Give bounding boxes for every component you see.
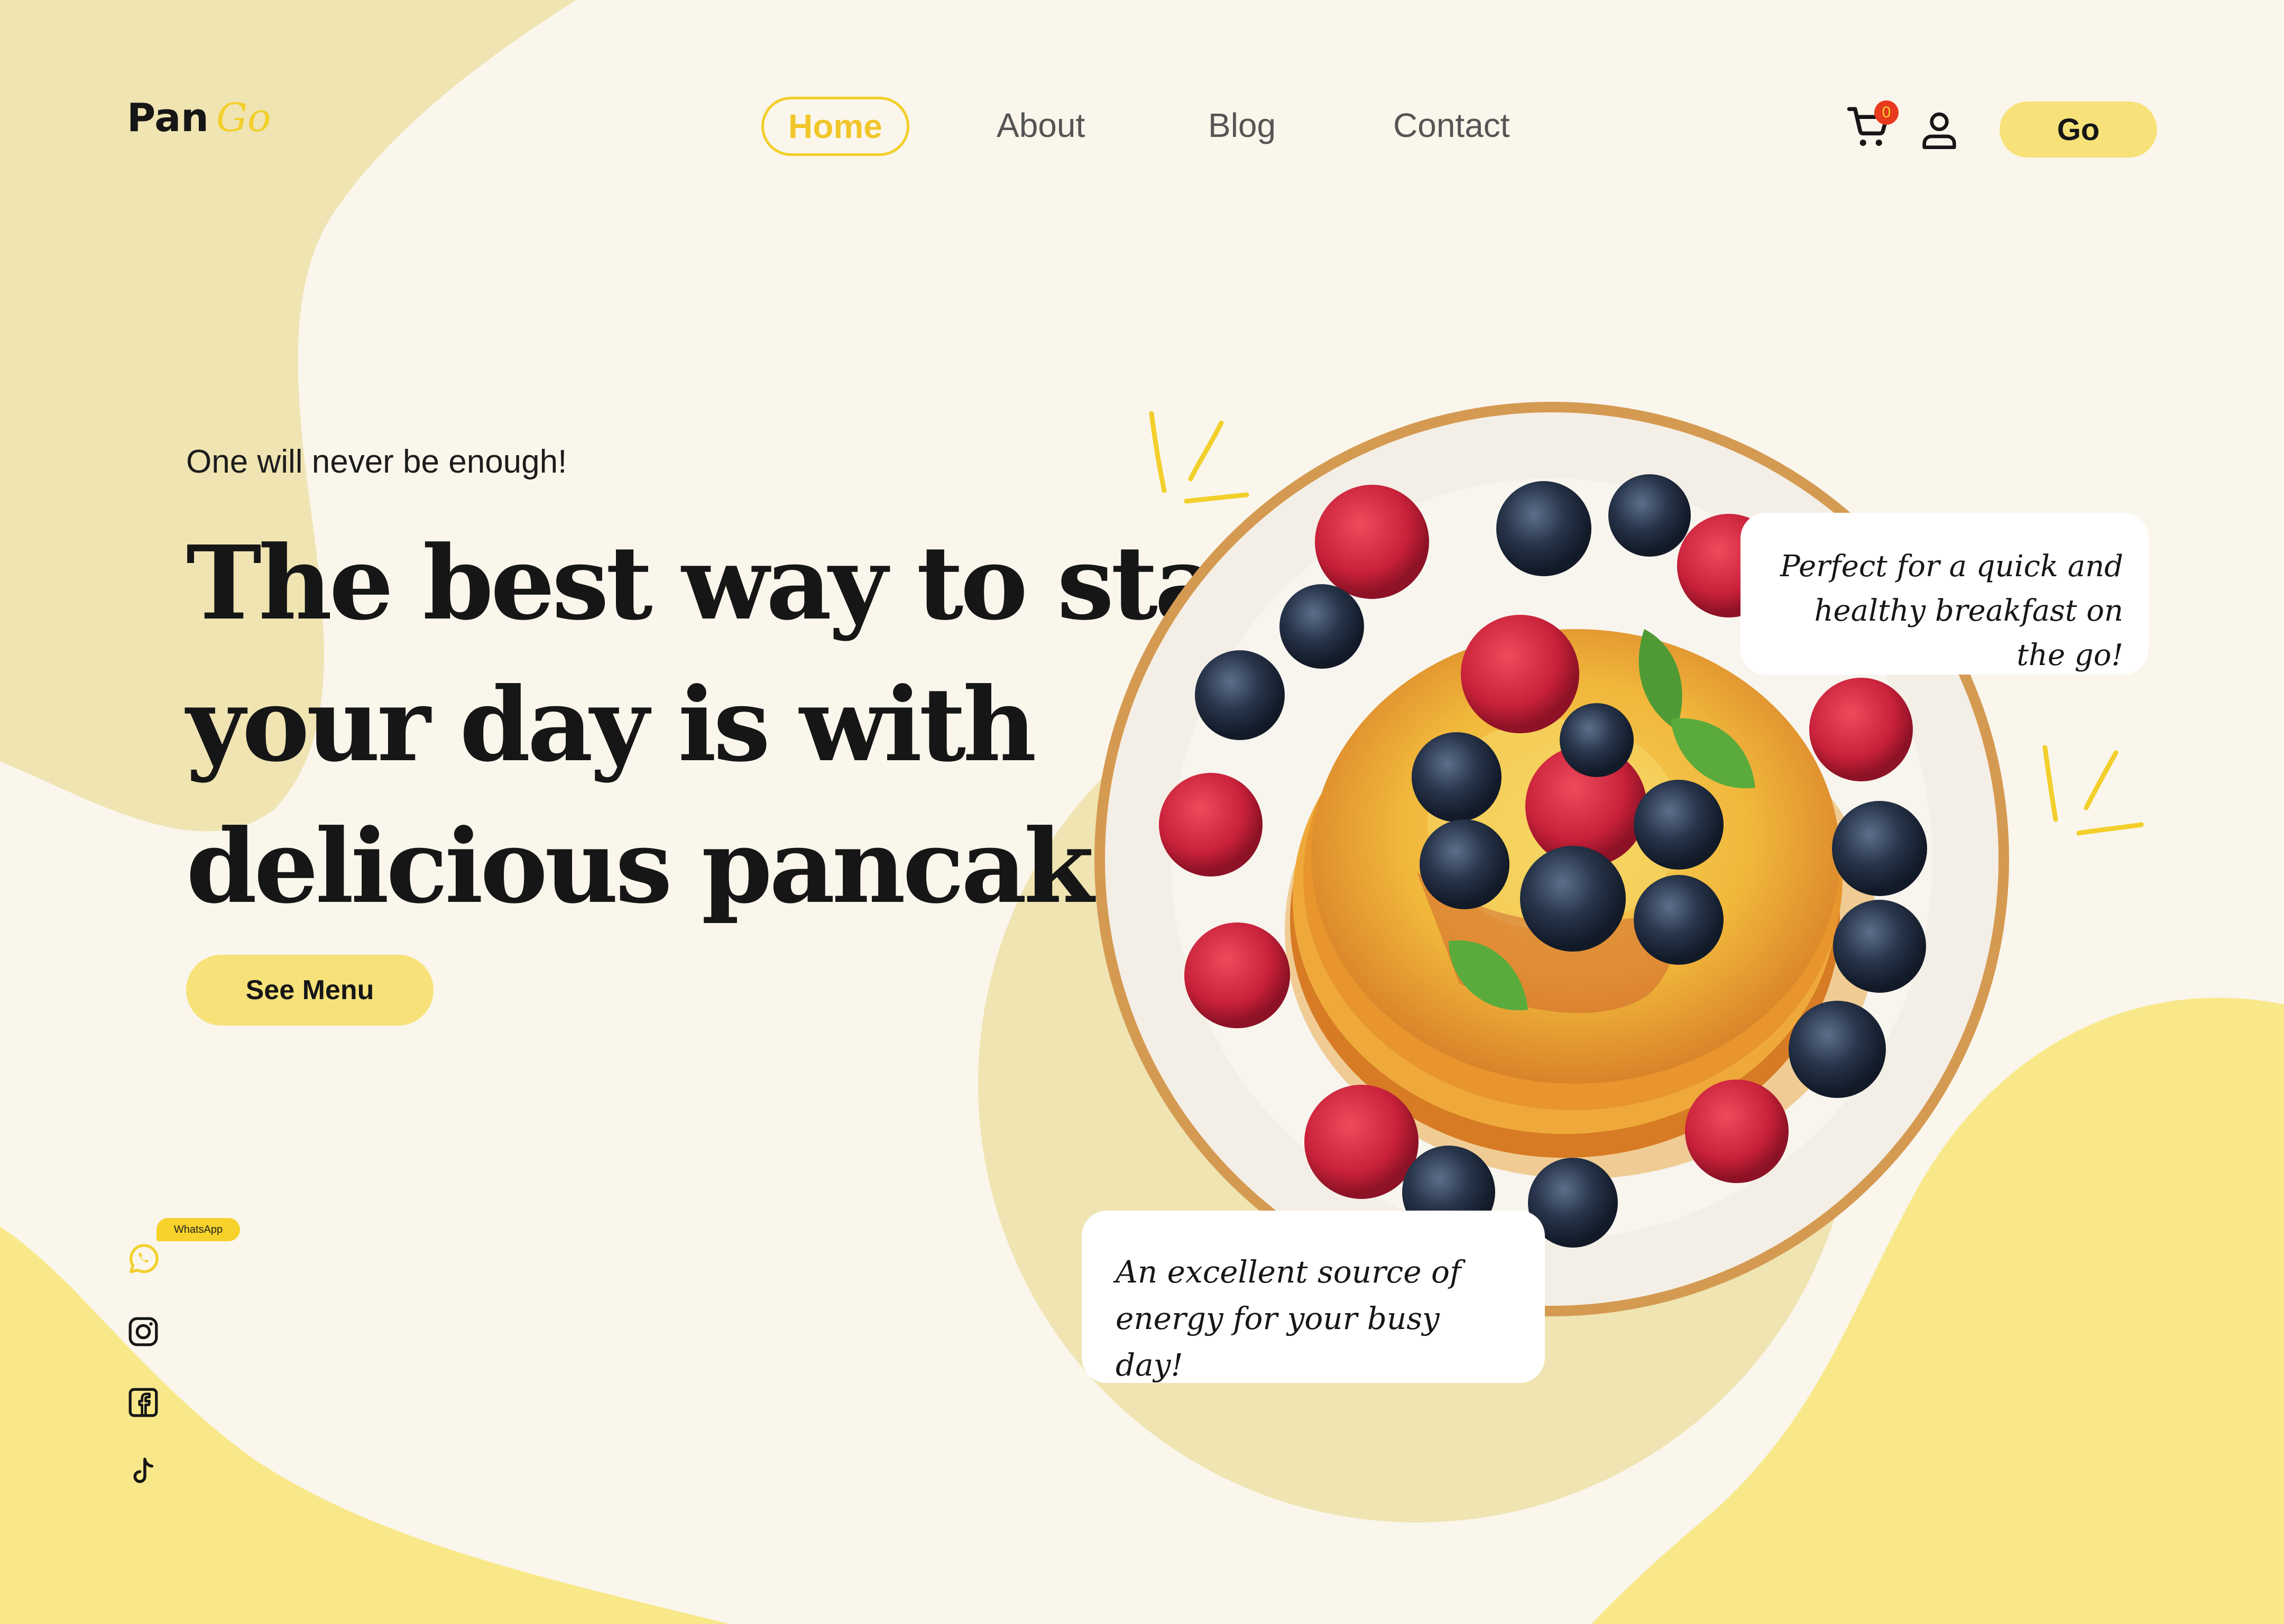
go-button[interactable]: Go bbox=[2000, 102, 2157, 158]
brand-name-pan: Pan bbox=[127, 95, 209, 141]
nav-blog[interactable]: Blog bbox=[1208, 106, 1276, 145]
brand-logo[interactable]: Pan Go bbox=[127, 95, 271, 141]
nav-about[interactable]: About bbox=[997, 106, 1085, 145]
callout-energy: An excellent source of energy for your b… bbox=[1082, 1211, 1545, 1383]
facebook-icon[interactable] bbox=[125, 1384, 162, 1421]
whatsapp-icon[interactable] bbox=[125, 1240, 162, 1277]
hero-subtitle: One will never be enough! bbox=[186, 444, 567, 480]
instagram-icon[interactable] bbox=[125, 1313, 162, 1350]
tiktok-icon[interactable] bbox=[125, 1454, 162, 1491]
cart-count-badge: 0 bbox=[1874, 100, 1899, 125]
nav-contact[interactable]: Contact bbox=[1393, 106, 1510, 145]
see-menu-button[interactable]: See Menu bbox=[186, 955, 434, 1026]
nav-home[interactable]: Home bbox=[761, 97, 909, 156]
brand-name-go: Go bbox=[216, 95, 271, 141]
bottom-left-blob bbox=[0, 1226, 730, 1624]
callout-quick-breakfast: Perfect for a quick and healthy breakfas… bbox=[1740, 513, 2149, 675]
user-icon[interactable] bbox=[1918, 108, 1960, 153]
main-nav: Home About Blog Contact bbox=[761, 95, 1510, 158]
whatsapp-tag: WhatsApp bbox=[156, 1218, 240, 1241]
